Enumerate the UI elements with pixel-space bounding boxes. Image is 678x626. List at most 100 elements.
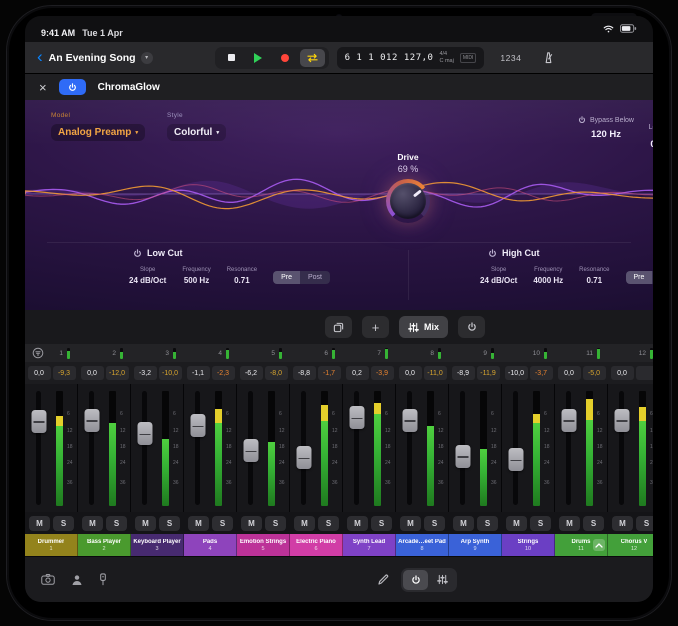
track-label[interactable]: Bass Player 2: [78, 534, 131, 556]
fader-db-value[interactable]: 0,0: [558, 366, 581, 380]
mute-button[interactable]: M: [453, 516, 474, 531]
fader-track[interactable]: [301, 391, 306, 505]
fader-db-value[interactable]: -8,8: [293, 366, 316, 380]
level-group[interactable]: Level 0.0: [629, 116, 653, 150]
fader-track[interactable]: [142, 391, 147, 505]
peak-db-value[interactable]: -9,3: [53, 366, 76, 380]
fader-track[interactable]: [195, 391, 200, 505]
low-cut-power-icon[interactable]: [133, 249, 142, 258]
lcd-display[interactable]: 6 1 1 012 127,0 4/4 C maj MIDI: [337, 47, 485, 69]
mute-button[interactable]: M: [294, 516, 315, 531]
mute-button[interactable]: M: [400, 516, 421, 531]
fader-db-value[interactable]: 0,0: [28, 366, 51, 380]
fader-handle[interactable]: [561, 409, 576, 432]
fader-handle[interactable]: [137, 422, 152, 445]
peak-db-value[interactable]: -10,0: [159, 366, 182, 380]
fader-db-value[interactable]: 0,0: [81, 366, 104, 380]
power-view-button[interactable]: [403, 570, 428, 590]
filter-icon[interactable]: [32, 347, 44, 359]
fader-handle[interactable]: [455, 445, 470, 468]
fader-track[interactable]: [248, 391, 253, 505]
playhead-position[interactable]: 6 1 1 012: [345, 53, 398, 63]
count-in-button[interactable]: 1234: [494, 52, 527, 64]
peak-db-value[interactable]: -5,0: [583, 366, 606, 380]
cycle-button[interactable]: [300, 49, 325, 67]
fader-track[interactable]: [566, 391, 571, 505]
frequency-value[interactable]: 4000 Hz: [533, 276, 563, 285]
stop-button[interactable]: [219, 49, 244, 67]
track-label[interactable]: Keyboard Player 3: [131, 534, 184, 556]
close-icon[interactable]: ×: [39, 81, 47, 94]
back-button[interactable]: ‹: [35, 48, 49, 68]
camera-icon[interactable]: [41, 574, 55, 585]
track-label[interactable]: Synth Lead 7: [343, 534, 396, 556]
solo-button[interactable]: S: [530, 516, 551, 531]
solo-button[interactable]: S: [371, 516, 392, 531]
solo-button[interactable]: S: [265, 516, 286, 531]
drive-knob[interactable]: [386, 179, 430, 223]
peak-db-value[interactable]: -11,9: [477, 366, 500, 380]
solo-button[interactable]: S: [583, 516, 604, 531]
track-label[interactable]: Electric Piano 6: [290, 534, 343, 556]
fader-db-value[interactable]: -6,2: [240, 366, 263, 380]
fader-track[interactable]: [619, 391, 624, 505]
peak-db-value[interactable]: -11,0: [424, 366, 447, 380]
fader-handle[interactable]: [31, 410, 46, 433]
slope-value[interactable]: 24 dB/Oct: [129, 276, 166, 285]
pre-button[interactable]: Pre: [626, 271, 653, 284]
solo-button[interactable]: S: [477, 516, 498, 531]
mute-button[interactable]: M: [612, 516, 633, 531]
track-label[interactable]: Pads 4: [184, 534, 237, 556]
person-icon[interactable]: [71, 574, 83, 586]
mixer-power-button[interactable]: [458, 316, 485, 338]
solo-button[interactable]: S: [424, 516, 445, 531]
peak-db-value[interactable]: -1,7: [318, 366, 341, 380]
fader-handle[interactable]: [402, 409, 417, 432]
fader-db-value[interactable]: -10,0: [505, 366, 528, 380]
track-label[interactable]: Arcade…eet Pad 8: [396, 534, 449, 556]
mute-button[interactable]: M: [135, 516, 156, 531]
metronome-button[interactable]: [536, 50, 561, 65]
solo-button[interactable]: S: [212, 516, 233, 531]
post-button[interactable]: Post: [300, 271, 330, 284]
mute-button[interactable]: M: [188, 516, 209, 531]
solo-button[interactable]: S: [159, 516, 180, 531]
pencil-icon[interactable]: [377, 574, 389, 586]
fader-handle[interactable]: [614, 409, 629, 432]
high-cut-power-icon[interactable]: [488, 249, 497, 258]
mute-button[interactable]: M: [559, 516, 580, 531]
pre-button[interactable]: Pre: [273, 271, 300, 284]
record-button[interactable]: [273, 49, 298, 67]
resonance-value[interactable]: 0.71: [579, 276, 609, 285]
track-label[interactable]: Strings 10: [502, 534, 555, 556]
add-button[interactable]: +: [362, 316, 389, 338]
lcd-meta[interactable]: 4/4 C maj: [439, 51, 453, 64]
track-label[interactable]: Arp Synth 9: [449, 534, 502, 556]
peak-db-value[interactable]: [636, 366, 654, 380]
peak-db-value[interactable]: -3,9: [371, 366, 394, 380]
power-icon[interactable]: [578, 116, 586, 124]
track-label[interactable]: Drummer 1: [25, 534, 78, 556]
peak-db-value[interactable]: -8,0: [265, 366, 288, 380]
track-label[interactable]: Drums 11: [555, 534, 608, 556]
level-value[interactable]: 0.0: [629, 139, 653, 150]
fader-handle[interactable]: [508, 448, 523, 471]
peak-db-value[interactable]: -12,0: [106, 366, 129, 380]
fader-handle[interactable]: [243, 439, 258, 462]
peak-db-value[interactable]: -3,7: [530, 366, 553, 380]
peak-db-value[interactable]: -2,3: [212, 366, 235, 380]
fader-handle[interactable]: [190, 414, 205, 437]
fader-db-value[interactable]: -3,2: [134, 366, 157, 380]
resonance-value[interactable]: 0.71: [227, 276, 257, 285]
faders-view-button[interactable]: [430, 570, 455, 590]
mute-button[interactable]: M: [347, 516, 368, 531]
solo-button[interactable]: S: [106, 516, 127, 531]
duplicate-button[interactable]: [325, 316, 352, 338]
cable-connector-icon[interactable]: [99, 573, 107, 586]
fader-db-value[interactable]: 0,2: [346, 366, 369, 380]
collapse-chevron-icon[interactable]: [593, 539, 605, 551]
fader-track[interactable]: [513, 391, 518, 505]
fader-db-value[interactable]: 0,0: [399, 366, 422, 380]
fader-track[interactable]: [36, 391, 41, 505]
track-label[interactable]: Chorus V 12: [608, 534, 653, 556]
